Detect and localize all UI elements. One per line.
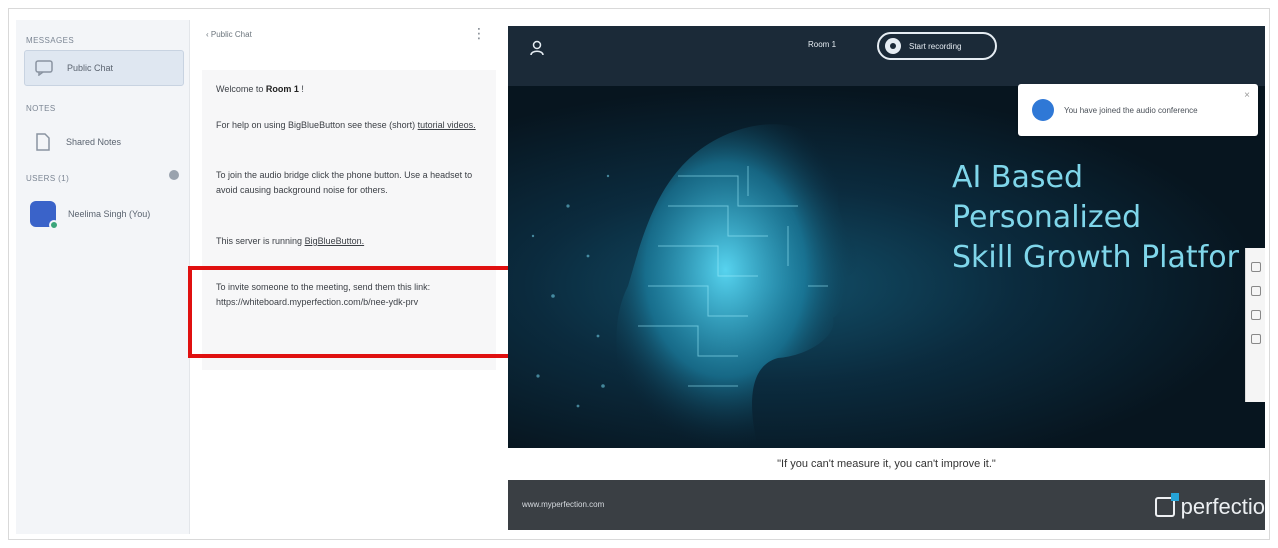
server-message: This server is running BigBlueButton.	[216, 236, 365, 246]
brand-logo: perfectio	[1154, 493, 1265, 520]
whiteboard-toolbar	[1245, 248, 1265, 402]
audio-message: To join the audio bridge click the phone…	[216, 170, 473, 195]
audio-joined-toast: You have joined the audio conference ×	[1018, 84, 1258, 136]
user-list-item[interactable]: Neelima Singh (You)	[24, 196, 184, 232]
audio-status-icon	[49, 220, 59, 230]
toast-text: You have joined the audio conference	[1064, 105, 1198, 115]
chat-header-title[interactable]: ‹ Public Chat	[206, 30, 252, 39]
notes-tool-icon[interactable]	[1251, 310, 1261, 320]
sidebar-item-public-chat[interactable]: Public Chat	[24, 50, 184, 86]
notes-icon	[32, 131, 54, 153]
slide-title: AI Based Personalized Skill Growth Platf…	[952, 160, 1239, 275]
sidebar: MESSAGES Public Chat NOTES Shared Notes …	[16, 20, 190, 534]
tutorial-link[interactable]: tutorial videos.	[418, 120, 476, 130]
users-section-title: USERS (1)	[26, 174, 70, 183]
brand-logo-icon	[1154, 493, 1179, 517]
more-options-icon[interactable]: ⋮	[472, 26, 486, 40]
chat-icon	[33, 57, 55, 79]
user-name: Neelima Singh (You)	[68, 209, 151, 219]
pan-tool-icon[interactable]	[1251, 262, 1261, 272]
shared-notes-label: Shared Notes	[66, 137, 122, 147]
public-chat-label: Public Chat	[67, 63, 114, 73]
notes-section-title: NOTES	[26, 104, 56, 113]
slide-footer: www.myperfection.com perfectio	[508, 480, 1265, 530]
user-settings-icon[interactable]	[169, 170, 179, 180]
room-title: Room 1	[808, 40, 837, 49]
presentation-slide: AI Based Personalized Skill Growth Platf…	[508, 86, 1265, 448]
start-recording-label: Start recording	[909, 41, 962, 51]
help-message: For help on using BigBlueButton see thes…	[216, 120, 476, 130]
room-name: Room 1	[265, 84, 299, 94]
bigbluebutton-link[interactable]: BigBlueButton.	[305, 236, 365, 246]
record-icon	[885, 38, 901, 54]
sidebar-item-shared-notes[interactable]: Shared Notes	[24, 124, 184, 160]
messages-section-title: MESSAGES	[26, 36, 75, 45]
welcome-message: Welcome to Room 1 !	[216, 84, 304, 94]
user-icon[interactable]	[530, 40, 544, 56]
presentation-area: Room 1 Start recording AI Based Personal…	[508, 26, 1265, 530]
slide-quote: "If you can't measure it, you can't impr…	[508, 448, 1265, 480]
pointer-tool-icon[interactable]	[1251, 286, 1261, 296]
close-icon[interactable]: ×	[1244, 90, 1250, 101]
top-bar: Room 1 Start recording	[508, 26, 1265, 86]
footer-url: www.myperfection.com	[522, 500, 605, 509]
highlight-box	[188, 266, 518, 358]
start-recording-button[interactable]: Start recording	[877, 32, 997, 60]
avatar	[30, 201, 59, 230]
checklist-tool-icon[interactable]	[1251, 334, 1261, 344]
info-icon	[1032, 99, 1054, 121]
